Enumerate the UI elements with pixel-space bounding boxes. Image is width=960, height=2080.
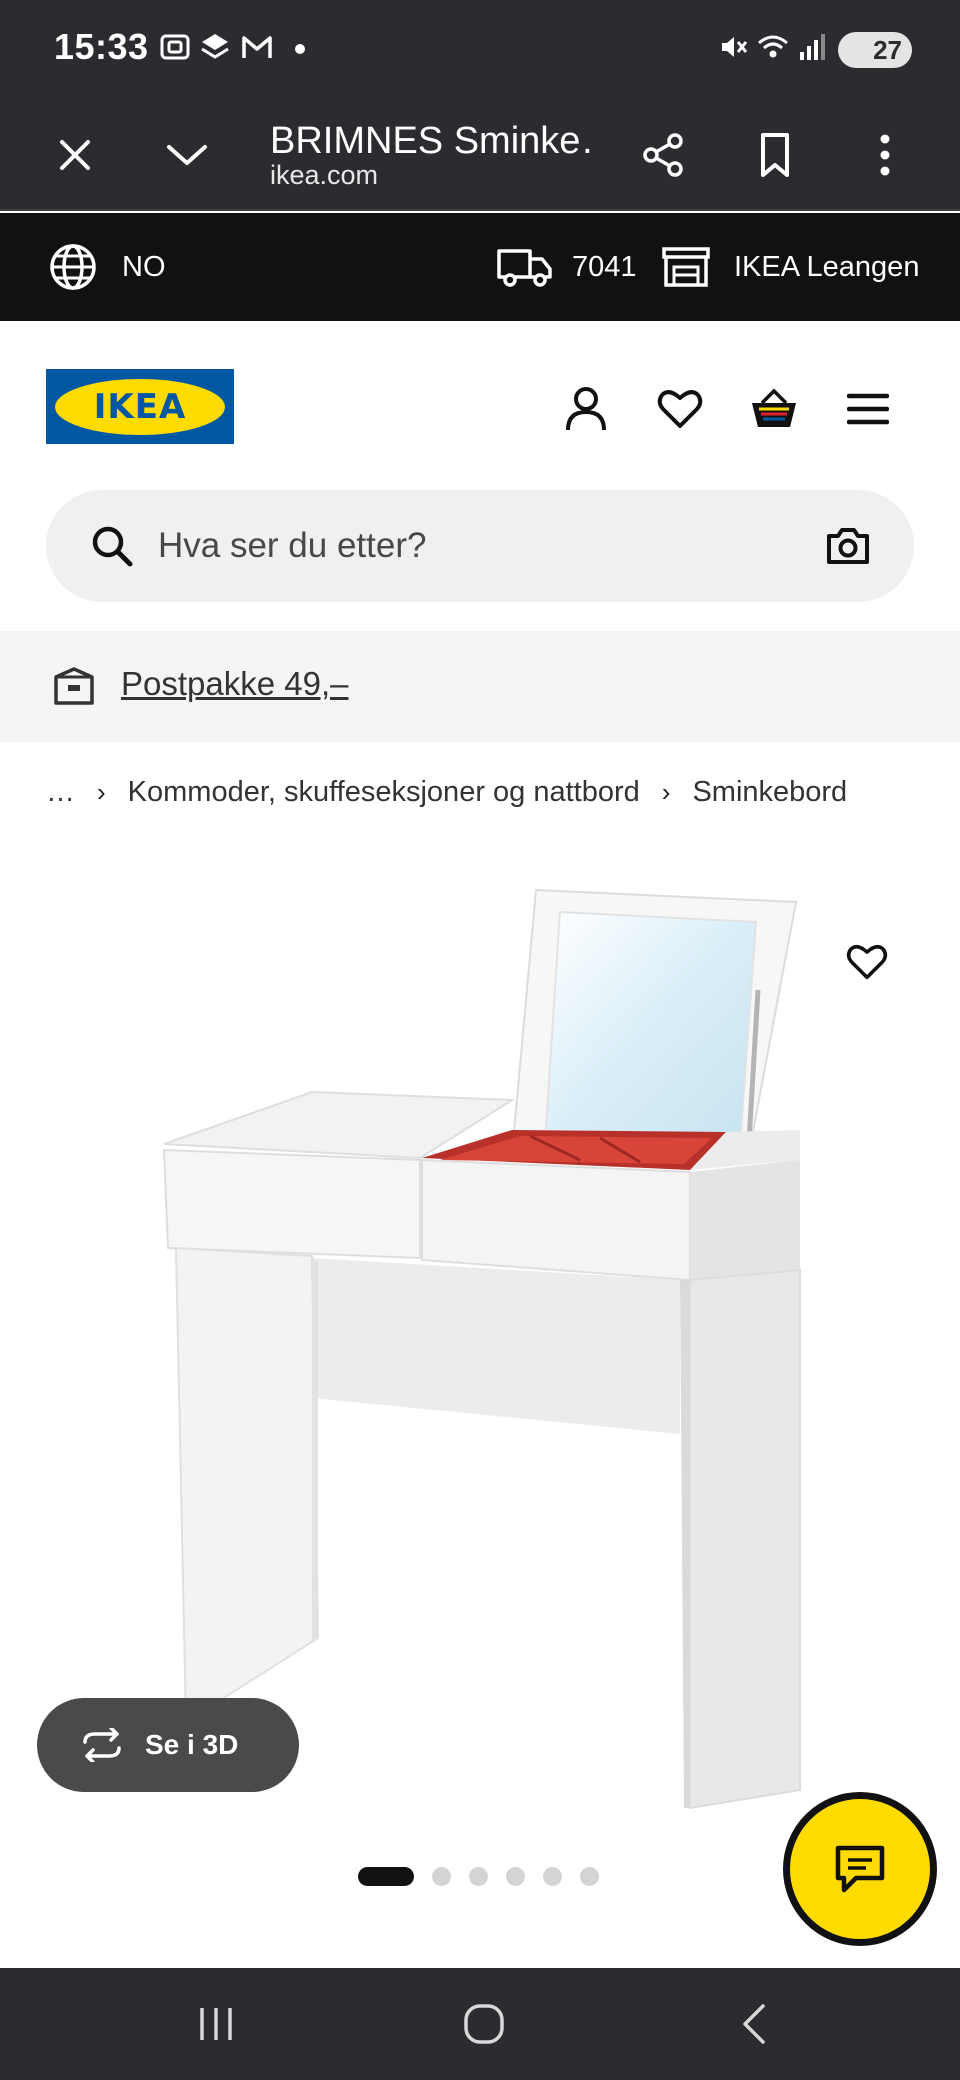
breadcrumb-item[interactable]: … (46, 776, 75, 809)
chat-icon (835, 1845, 885, 1893)
store-icon (662, 247, 710, 287)
pagination-dot[interactable] (506, 1866, 525, 1886)
dressing-table-illustration (162, 888, 801, 1810)
see-in-3d-button[interactable]: Se i 3D (37, 1698, 299, 1792)
more-icon (880, 134, 890, 176)
heart-icon (657, 390, 703, 428)
more-button[interactable] (850, 120, 920, 190)
app-icon (201, 34, 229, 59)
system-nav-bar (0, 1968, 960, 2080)
wifi-icon (758, 35, 788, 58)
recents-icon (200, 2008, 232, 2040)
screenshot-icon (160, 34, 190, 60)
back-button[interactable] (722, 1992, 786, 2056)
truck-icon (497, 249, 552, 287)
recents-button[interactable] (184, 1992, 248, 2056)
add-to-favourites-button[interactable] (837, 932, 897, 992)
store-label: IKEA Leangen (734, 250, 920, 283)
image-pagination (358, 1866, 599, 1886)
shipping-banner: Postpakke 49,– (0, 631, 960, 742)
package-icon (54, 667, 94, 705)
breadcrumb-item[interactable]: Sminkebord (692, 776, 847, 809)
signal-icon (800, 34, 825, 60)
store-selector[interactable]: IKEA Leangen (660, 213, 919, 321)
cart-button[interactable] (746, 381, 802, 437)
share-icon (643, 133, 683, 177)
chevron-down-icon (167, 145, 207, 165)
search-icon (92, 526, 133, 567)
bookmark-button[interactable] (740, 120, 810, 190)
home-button[interactable] (452, 1992, 516, 2056)
search-box[interactable] (46, 490, 914, 602)
page-domain[interactable]: ikea.com (270, 160, 378, 191)
status-time: 15:33 (54, 26, 149, 67)
menu-button[interactable] (840, 381, 896, 437)
basket-icon (752, 388, 796, 427)
breadcrumb-item[interactable]: Kommoder, skuffeseksjoner og nattbord (128, 776, 640, 809)
favourites-button[interactable] (652, 381, 708, 437)
chevron-right-icon: › (661, 776, 671, 807)
rotate-3d-icon (83, 1728, 121, 1762)
battery-icon: 27 (838, 32, 912, 68)
bookmark-icon (761, 133, 789, 177)
browser-toolbar: BRIMNES Sminke… ikea.com (0, 100, 960, 211)
share-button[interactable] (628, 120, 698, 190)
chat-button[interactable] (783, 1792, 937, 1946)
gmail-icon (242, 36, 272, 58)
shipping-link[interactable]: Postpakke 49,– (121, 665, 349, 703)
language-label: NO (122, 250, 166, 283)
globe-icon (50, 244, 96, 290)
menu-icon (847, 393, 889, 425)
status-bar: 15:33 27 (0, 0, 960, 100)
postcode-label: 7041 (572, 250, 637, 283)
info-strip: NO 7041 IKEA Leangen (0, 213, 960, 321)
breadcrumb: … › Kommoder, skuffeseksjoner og nattbor… (46, 772, 847, 812)
search-input[interactable] (158, 490, 718, 602)
postcode-selector[interactable]: 7041 (496, 213, 637, 321)
close-tab-button[interactable] (40, 120, 110, 190)
see-in-3d-label: Se i 3D (145, 1729, 239, 1760)
language-selector[interactable]: NO (48, 213, 166, 321)
account-button[interactable] (558, 381, 614, 437)
chevron-right-icon: › (97, 776, 106, 807)
product-image[interactable] (0, 860, 960, 1820)
account-icon (566, 387, 606, 431)
back-icon (743, 2004, 765, 2044)
dot-icon (295, 44, 305, 54)
camera-icon (827, 528, 869, 564)
close-icon (60, 140, 90, 170)
pagination-dot[interactable] (358, 1866, 414, 1886)
heart-icon (846, 944, 888, 980)
pagination-dot[interactable] (543, 1866, 562, 1886)
pagination-dot[interactable] (469, 1866, 488, 1886)
pagination-dot[interactable] (432, 1866, 451, 1886)
page-title[interactable]: BRIMNES Sminke… (270, 120, 590, 163)
minimize-tab-button[interactable] (152, 120, 222, 190)
visual-search-button[interactable] (820, 518, 876, 574)
ikea-logo[interactable]: IKEA (46, 369, 234, 444)
home-icon (464, 2004, 504, 2044)
pagination-dot[interactable] (580, 1866, 599, 1886)
site-header: IKEA (0, 321, 960, 469)
mute-icon (722, 37, 748, 57)
logo-text: IKEA (93, 386, 187, 427)
battery-level: 27 (873, 35, 902, 65)
